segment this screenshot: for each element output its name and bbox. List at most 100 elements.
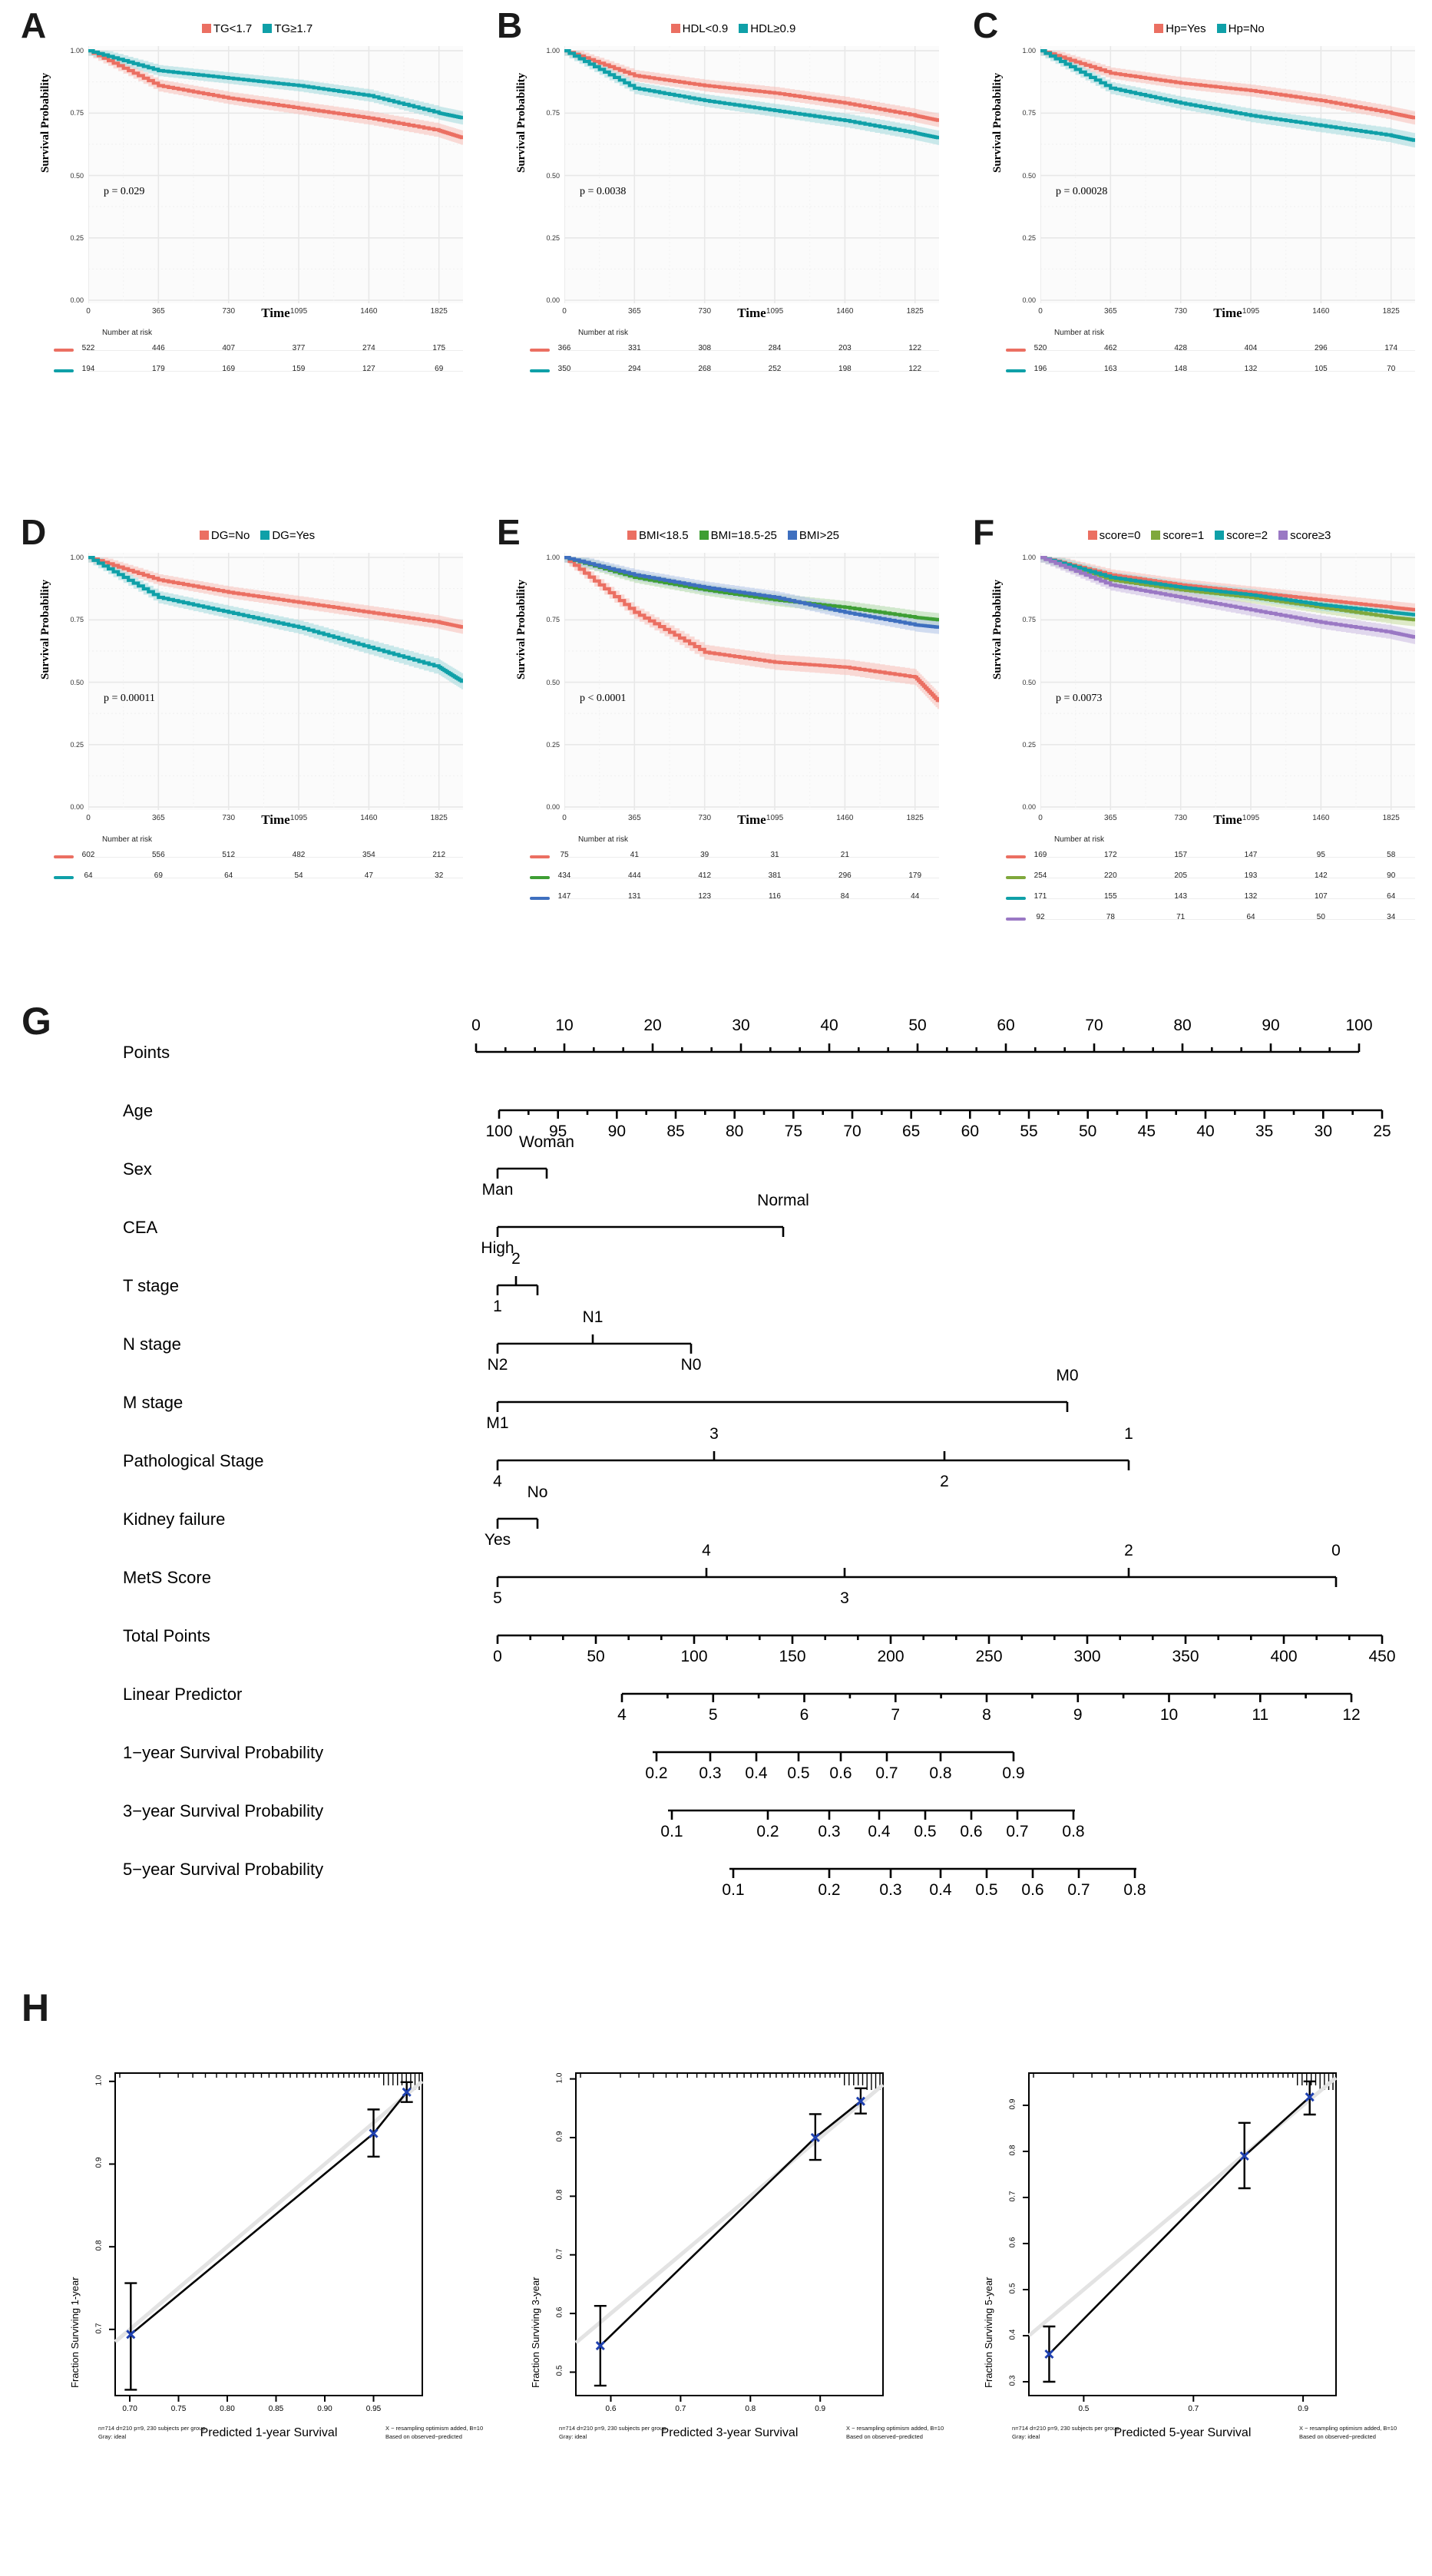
y-tick-label: 1.00 — [1022, 47, 1036, 55]
calibration-footnote-right: X − resampling optimism added, B=10 — [846, 2425, 944, 2432]
nomogram-prob-tick-label: 0.1 — [660, 1823, 683, 1840]
calibration-y-tick-label: 0.7 — [555, 2248, 564, 2260]
risk-row-guideline — [1040, 350, 1415, 351]
nomogram-tick-label: 250 — [975, 1648, 1003, 1665]
legend-swatch-icon — [263, 23, 273, 33]
nomogram-category-label-top: Normal — [757, 1192, 809, 1209]
risk-count-cell: 482 — [292, 851, 306, 859]
risk-count-cell: 462 — [1103, 344, 1117, 352]
risk-count-cell: 254 — [1033, 871, 1047, 880]
risk-count-cell: 64 — [1387, 892, 1396, 901]
risk-count-cell: 107 — [1315, 892, 1328, 901]
calibration-x-tick-label: 0.9 — [1298, 2405, 1309, 2413]
risk-count-cell: 34 — [1387, 913, 1396, 921]
calibration-footnote-right: X − resampling optimism added, B=10 — [1299, 2425, 1397, 2432]
risk-count-cell: 64 — [1246, 913, 1255, 921]
number-at-risk-table: 169 172 157 147 95 58 254 220 205 193 142 90 171 155 1… — [1006, 846, 1415, 929]
y-tick-label: 0.75 — [70, 616, 84, 624]
nomogram-tick-label: 7 — [891, 1706, 901, 1724]
risk-count-cell: 296 — [838, 871, 852, 880]
legend-item: Hp=No — [1216, 21, 1265, 35]
nomogram-tick-label: 450 — [1368, 1648, 1396, 1665]
nomogram-prob-tick-label: 0.4 — [929, 1881, 952, 1899]
risk-table-row: 92 78 71 64 50 34 — [1006, 908, 1415, 929]
panel-letter-e: E — [497, 512, 521, 552]
km-plot-d: D DG=No DG=Yes Survival Probability 1.00 0.75… — [21, 514, 472, 975]
x-axis-label: Time — [1213, 812, 1242, 827]
nomogram-tick-label: 100 — [680, 1648, 708, 1665]
risk-row-color-key — [1006, 855, 1026, 858]
number-at-risk-table: 602 556 512 482 354 212 64 69 64 54 47 32 — [54, 846, 463, 888]
risk-row-color-key — [1006, 349, 1026, 352]
risk-count-cell: 434 — [557, 871, 571, 880]
legend-item: score=0 — [1087, 529, 1140, 542]
nomogram-tick-label: 45 — [1137, 1123, 1156, 1140]
risk-count-cell: 512 — [222, 851, 236, 859]
nomogram-tick-label: 12 — [1342, 1706, 1361, 1724]
risk-table-row: 434 444 412 381 296 179 — [530, 867, 939, 888]
risk-count-cell: 407 — [222, 344, 236, 352]
risk-count-cell: 220 — [1103, 871, 1117, 880]
nomogram-row: Sex Woman Man — [0, 1133, 1432, 1204]
risk-count-cell: 143 — [1174, 892, 1188, 901]
risk-row-color-key — [54, 369, 74, 372]
calibration-y-tick-label: 0.8 — [94, 2240, 104, 2251]
nomogram-category-label-top: 3 — [709, 1425, 719, 1443]
nomogram-category-label-bottom: N2 — [487, 1356, 508, 1374]
nomogram-tick-label: 8 — [982, 1706, 991, 1724]
calibration-y-tick-label: 0.8 — [1008, 2144, 1017, 2156]
risk-count-cell: 47 — [364, 871, 373, 880]
km-legend-d: DG=No DG=Yes — [42, 528, 472, 542]
risk-count-cell: 132 — [1244, 365, 1258, 373]
risk-row-color-key — [1006, 369, 1026, 372]
risk-row-color-key — [54, 349, 74, 352]
y-tick-label: 0.25 — [70, 233, 84, 242]
risk-count-cell: 252 — [768, 365, 782, 373]
legend-label: BMI<18.5 — [638, 528, 689, 542]
legend-label: Hp=No — [1228, 21, 1265, 35]
risk-count-cell: 520 — [1033, 344, 1047, 352]
y-axis-label: Survival Probability — [991, 579, 1004, 680]
x-axis-label: Time — [261, 306, 290, 320]
risk-count-cell: 296 — [1315, 344, 1328, 352]
legend-item: DG=No — [199, 528, 250, 542]
risk-row-guideline — [1040, 857, 1415, 858]
p-value-annotation: p < 0.0001 — [580, 693, 627, 704]
nomogram-tick-label: 40 — [820, 1017, 838, 1034]
nomogram-tick-label: 10 — [555, 1017, 574, 1034]
nomogram-tick-label: 40 — [1196, 1123, 1215, 1140]
km-plot-f: Fscore=0 score=1 score=2 score≥3 Survival Pr… — [973, 514, 1424, 975]
calibration-y-tick-label: 0.9 — [1008, 2098, 1017, 2110]
nomogram-tick-label: 85 — [666, 1123, 685, 1140]
risk-count-cell: 105 — [1315, 365, 1328, 373]
y-tick-label: 0.75 — [1022, 109, 1036, 117]
risk-count-cell: 147 — [557, 892, 571, 901]
risk-count-cell: 171 — [1033, 892, 1047, 901]
nomogram-tick-label: 9 — [1073, 1706, 1083, 1724]
risk-count-cell: 84 — [840, 892, 849, 901]
risk-table-row: 366 331 308 284 203 122 — [530, 339, 939, 360]
nomogram-tick-label: 10 — [1159, 1706, 1179, 1724]
risk-table-row: 64 69 64 54 47 32 — [54, 867, 463, 888]
y-tick-label: 0.00 — [546, 803, 560, 811]
nomogram-tick-label: 30 — [732, 1017, 750, 1034]
risk-row-color-key — [54, 876, 74, 879]
nomogram-row: MetS Score 4 2 0 5 3 — [0, 1542, 1432, 1612]
nomogram-prob-tick-label: 0.4 — [868, 1823, 891, 1840]
y-tick-label: 0.75 — [546, 616, 560, 624]
km-plot-area — [88, 553, 463, 810]
km-legend-e: BMI<18.5 BMI=18.5-25 BMI>25 — [518, 528, 948, 542]
nomogram-tick-label: 400 — [1270, 1648, 1298, 1665]
legend-swatch-icon — [1087, 530, 1097, 540]
legend-label: DG=No — [210, 528, 250, 542]
risk-count-cell: 41 — [630, 851, 639, 859]
km-legend-f: score=0 score=1 score=2 score≥3 — [994, 528, 1424, 542]
risk-count-cell: 64 — [84, 871, 93, 880]
nomogram-tick-label: 4 — [617, 1706, 627, 1724]
risk-count-cell: 172 — [1103, 851, 1117, 859]
calibration-x-tick-label: 0.70 — [122, 2405, 137, 2413]
nomogram: Points 0 10 20 30 40 50 60 70 80 90 100 Age 100 95 90 85… — [0, 1006, 1432, 1966]
legend-item: score=1 — [1151, 529, 1204, 542]
nomogram-tick-label: 300 — [1073, 1648, 1101, 1665]
calibration-y-tick-label: 0.9 — [94, 2158, 104, 2168]
